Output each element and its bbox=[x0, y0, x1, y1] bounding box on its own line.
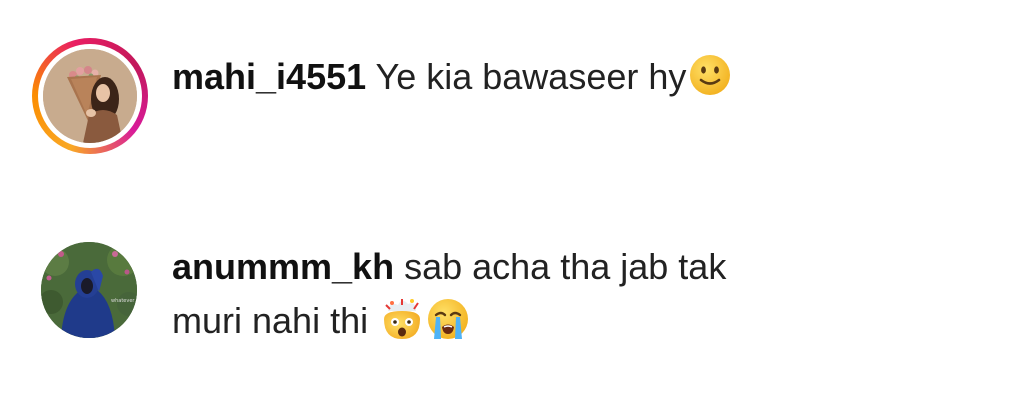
comment-body: Ye kia bawaseer hy bbox=[375, 56, 687, 97]
username-link[interactable]: mahi_i4551 bbox=[172, 56, 366, 97]
svg-text:whatever: whatever bbox=[111, 298, 135, 304]
comment-body-line-1: sab acha tha jab tak bbox=[404, 246, 727, 287]
avatar-button[interactable] bbox=[32, 38, 148, 154]
avatar-button[interactable]: whatever bbox=[41, 242, 137, 338]
slightly-smiling-face-icon bbox=[690, 55, 731, 95]
avatar: whatever bbox=[41, 242, 137, 338]
username-link[interactable]: anummm_kh bbox=[172, 246, 394, 287]
comment-text-block: anummm_kh sab acha tha jab tak muri nahi… bbox=[172, 240, 992, 348]
comment-body-line-2: muri nahi thi bbox=[172, 300, 369, 341]
story-ring bbox=[32, 38, 148, 154]
loudly-crying-face-icon bbox=[428, 299, 469, 339]
comment-text-block: mahi_i4551 Ye kia bawaseer hy bbox=[172, 50, 992, 104]
avatar bbox=[43, 49, 137, 143]
exploding-head-icon bbox=[384, 299, 421, 339]
